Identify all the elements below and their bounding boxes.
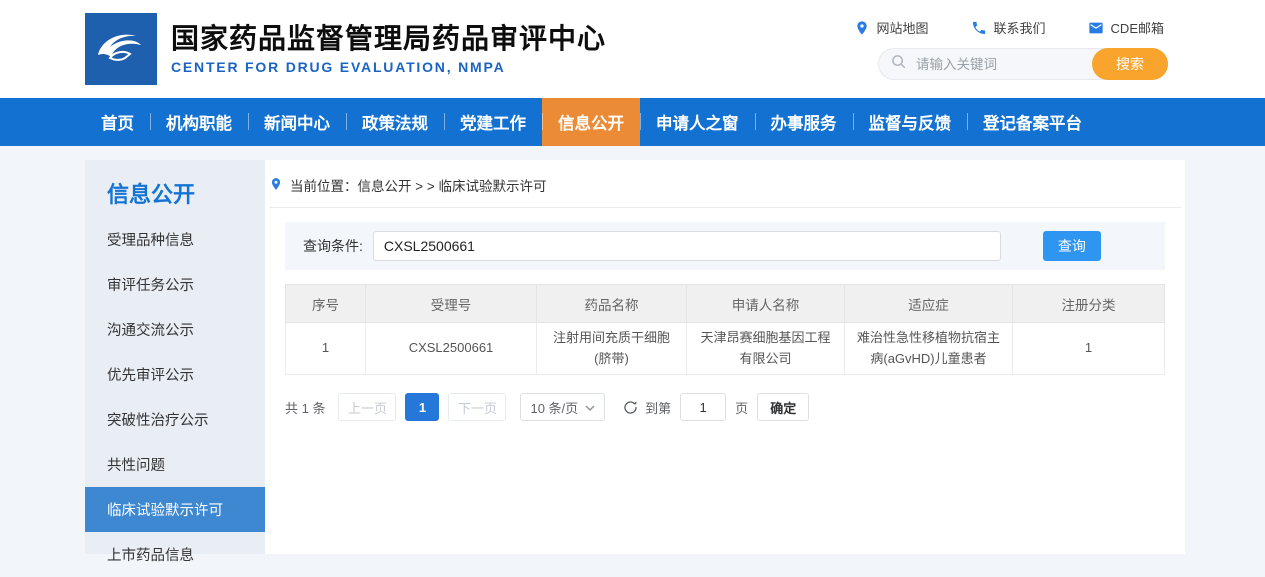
column-header: 适应症: [845, 285, 1013, 323]
nav-item-0[interactable]: 首页: [85, 98, 150, 146]
mail-icon: [1088, 20, 1104, 36]
location-pin-icon: [854, 20, 870, 36]
total-count: 共 1 条: [285, 398, 325, 417]
sidebar-list: 受理品种信息审评任务公示沟通交流公示优先审评公示突破性治疗公示共性问题临床试验默…: [85, 217, 265, 577]
current-page-button[interactable]: 1: [405, 393, 439, 421]
brand[interactable]: 国家药品监督管理局药品审评中心 CENTER FOR DRUG EVALUATI…: [85, 13, 606, 85]
main-nav: 首页 机构职能 新闻中心 政策法规 党建工作 信息公开 申请人之窗 办事服务 监督与反馈 登记备案…: [0, 98, 1265, 146]
column-header: 申请人名称: [687, 285, 845, 323]
quick-link-2[interactable]: CDE邮箱: [1088, 18, 1164, 37]
nav-item-label: 机构职能: [166, 110, 232, 134]
nav-item-3[interactable]: 政策法规: [346, 98, 444, 146]
site-title: 国家药品监督管理局药品审评中心: [171, 23, 606, 55]
main-area: 信息公开 受理品种信息审评任务公示沟通交流公示优先审评公示突破性治疗公示共性问题…: [85, 160, 1185, 554]
confirm-button[interactable]: 确定: [757, 393, 809, 421]
sidebar-item-0[interactable]: 受理品种信息: [85, 217, 265, 262]
header-right: 网站地图 联系我们 CDE邮箱 搜索: [854, 18, 1168, 80]
sidebar-item-6[interactable]: 临床试验默示许可: [85, 487, 265, 532]
nav-item-label: 党建工作: [460, 110, 526, 134]
table-body: 1CXSL2500661注射用间充质干细胞(脐带)天津昂赛细胞基因工程有限公司难…: [286, 323, 1165, 375]
nav-item-label: 监督与反馈: [869, 110, 952, 134]
cde-logo-icon: [85, 13, 157, 85]
query-label: 查询条件:: [303, 236, 363, 256]
next-page-button[interactable]: 下一页: [448, 393, 506, 421]
query-input[interactable]: [373, 231, 1001, 261]
sidebar-item-2[interactable]: 沟通交流公示: [85, 307, 265, 352]
breadcrumb: 当前位置：信息公开 > > 临床试验默示许可: [269, 166, 1181, 208]
table-cell: 1: [286, 323, 366, 375]
table-cell: CXSL2500661: [366, 323, 537, 375]
column-header: 受理号: [366, 285, 537, 323]
nav-item-2[interactable]: 新闻中心: [248, 98, 346, 146]
sidebar-item-3[interactable]: 优先审评公示: [85, 352, 265, 397]
query-button[interactable]: 查询: [1043, 231, 1101, 261]
nav-item-label: 申请人之窗: [656, 110, 739, 134]
quick-link-1[interactable]: 联系我们: [971, 18, 1046, 37]
prev-page-button[interactable]: 上一页: [338, 393, 396, 421]
site-subtitle: CENTER FOR DRUG EVALUATION, NMPA: [171, 59, 606, 75]
nav-item-label: 办事服务: [771, 110, 837, 134]
quick-link-label: CDE邮箱: [1111, 18, 1164, 37]
search-icon: [891, 54, 906, 74]
column-header: 序号: [286, 285, 366, 323]
nav-item-label: 新闻中心: [264, 110, 330, 134]
table-cell: 注射用间充质干细胞(脐带): [537, 323, 687, 375]
column-header: 药品名称: [537, 285, 687, 323]
quick-links: 网站地图 联系我们 CDE邮箱: [854, 18, 1164, 37]
location-pin-icon: [269, 177, 283, 194]
page-unit-label: 页: [735, 398, 748, 417]
refresh-icon[interactable]: [622, 399, 639, 416]
nav-item-9[interactable]: 登记备案平台: [967, 98, 1098, 146]
sidebar-item-4[interactable]: 突破性治疗公示: [85, 397, 265, 442]
site-header: 国家药品监督管理局药品审评中心 CENTER FOR DRUG EVALUATI…: [0, 0, 1265, 98]
table-row: 1CXSL2500661注射用间充质干细胞(脐带)天津昂赛细胞基因工程有限公司难…: [286, 323, 1165, 375]
nav-item-label: 政策法规: [362, 110, 428, 134]
table-cell: 难治性急性移植物抗宿主病(aGvHD)儿童患者: [845, 323, 1013, 375]
nav-item-1[interactable]: 机构职能: [150, 98, 248, 146]
sidebar: 信息公开 受理品种信息审评任务公示沟通交流公示优先审评公示突破性治疗公示共性问题…: [85, 160, 265, 554]
nav-item-6[interactable]: 申请人之窗: [640, 98, 755, 146]
search-button[interactable]: 搜索: [1092, 48, 1168, 80]
nav-item-4[interactable]: 党建工作: [444, 98, 542, 146]
sidebar-item-5[interactable]: 共性问题: [85, 442, 265, 487]
nav-item-label: 信息公开: [558, 110, 624, 134]
goto-page-input[interactable]: [680, 393, 726, 421]
goto-label: 到第: [645, 398, 671, 417]
nav-item-5[interactable]: 信息公开: [542, 98, 640, 146]
pagination: 共 1 条 上一页 1 下一页 10 条/页 到第 页 确定: [285, 393, 1165, 421]
quick-link-label: 网站地图: [877, 18, 929, 37]
nav-item-8[interactable]: 监督与反馈: [853, 98, 968, 146]
table-cell: 1: [1013, 323, 1165, 375]
content-panel: 当前位置：信息公开 > > 临床试验默示许可 查询条件: 查询 序号受理号药品名…: [265, 160, 1185, 554]
quick-link-label: 联系我们: [994, 18, 1046, 37]
header-search-bar: 搜索: [878, 48, 1168, 80]
sidebar-item-7[interactable]: 上市药品信息: [85, 532, 265, 577]
column-header: 注册分类: [1013, 285, 1165, 323]
table-header-row: 序号受理号药品名称申请人名称适应症注册分类: [286, 285, 1165, 323]
quick-link-0[interactable]: 网站地图: [854, 18, 929, 37]
nav-item-7[interactable]: 办事服务: [755, 98, 853, 146]
chevron-down-icon: [585, 400, 595, 415]
nav-item-label: 登记备案平台: [983, 110, 1082, 134]
main-nav-list: 首页 机构职能 新闻中心 政策法规 党建工作 信息公开 申请人之窗 办事服务 监督与反馈 登记备案…: [0, 98, 1265, 146]
table-cell: 天津昂赛细胞基因工程有限公司: [687, 323, 845, 375]
page-size-value: 10 条/页: [530, 398, 578, 417]
sidebar-item-1[interactable]: 审评任务公示: [85, 262, 265, 307]
page-size-select[interactable]: 10 条/页: [520, 393, 605, 421]
nav-item-label: 首页: [101, 110, 134, 134]
brand-text: 国家药品监督管理局药品审评中心 CENTER FOR DRUG EVALUATI…: [171, 23, 606, 75]
phone-icon: [971, 20, 987, 36]
results-table: 序号受理号药品名称申请人名称适应症注册分类 1CXSL2500661注射用间充质…: [285, 284, 1165, 375]
query-bar: 查询条件: 查询: [285, 222, 1165, 270]
breadcrumb-text: 当前位置：信息公开 > > 临床试验默示许可: [290, 175, 547, 195]
sidebar-title: 信息公开: [85, 160, 265, 217]
